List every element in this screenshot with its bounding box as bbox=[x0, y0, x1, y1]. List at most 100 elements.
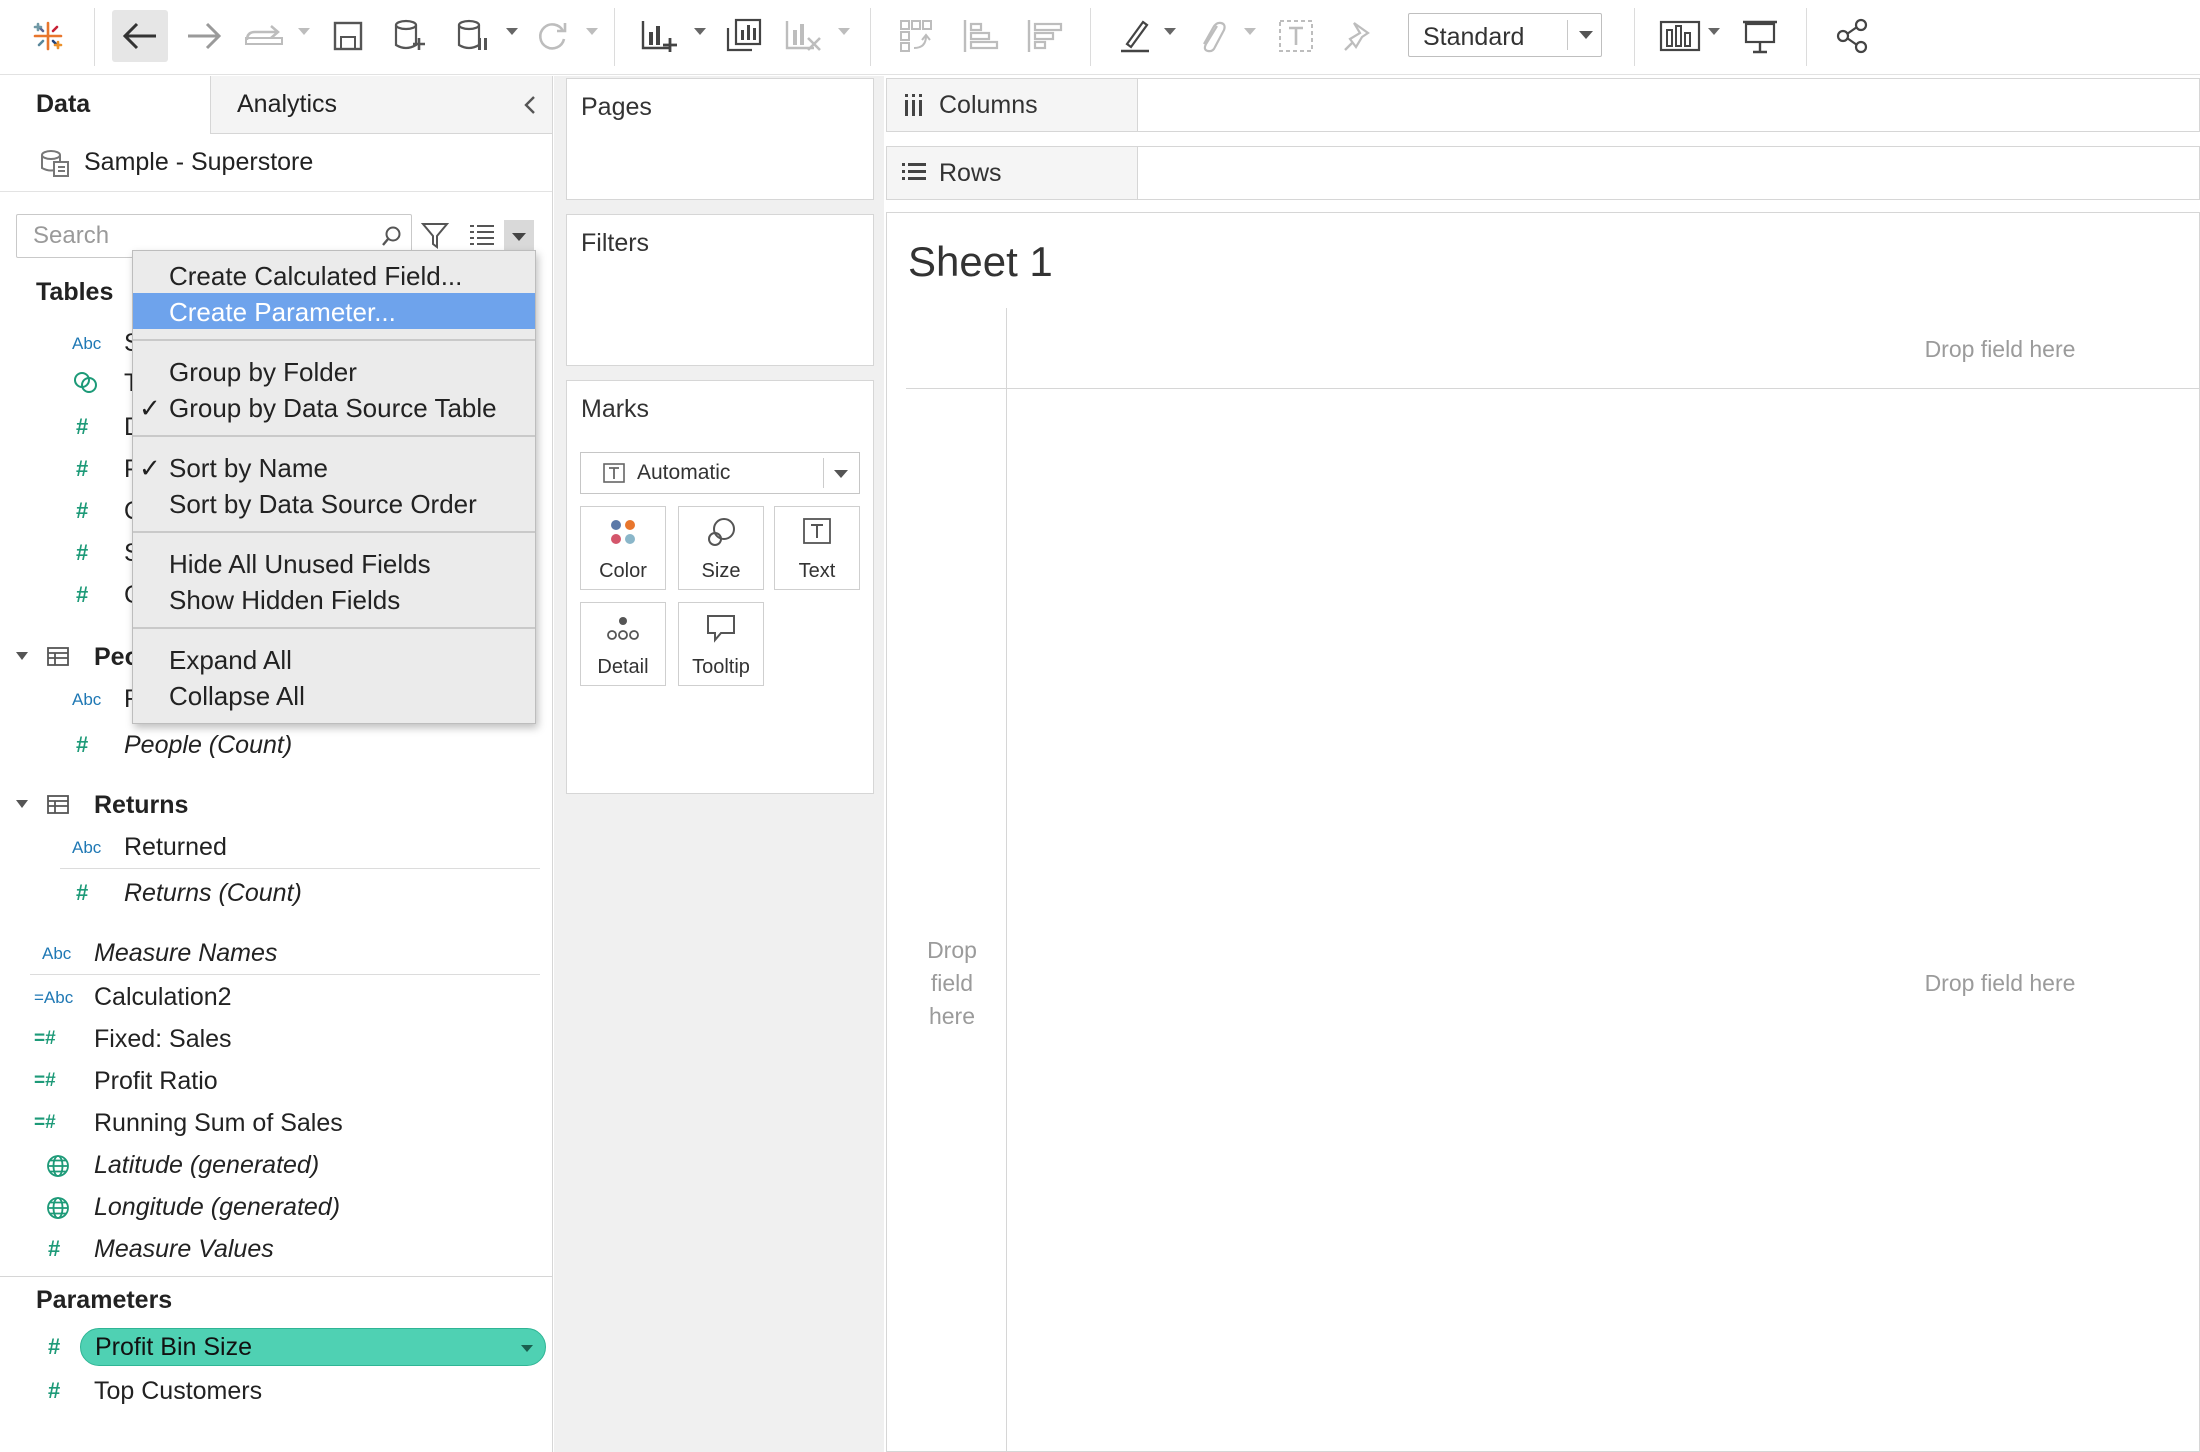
new-worksheet-icon[interactable] bbox=[632, 10, 688, 62]
menu-separator bbox=[133, 531, 535, 533]
highlight-dropdown-icon[interactable] bbox=[1164, 28, 1176, 35]
group-dropdown-icon[interactable] bbox=[1244, 28, 1256, 35]
parameter-name: Profit Bin Size bbox=[95, 1333, 253, 1361]
pages-shelf[interactable]: Pages bbox=[566, 78, 874, 200]
field-row[interactable]: =# Profit Ratio bbox=[0, 1060, 552, 1102]
new-worksheet-dropdown-icon[interactable] bbox=[694, 28, 706, 35]
rows-drop-zone[interactable] bbox=[1138, 147, 2199, 199]
detail-icon bbox=[581, 613, 665, 648]
chevron-down-icon[interactable] bbox=[521, 1345, 533, 1352]
view-size-select[interactable]: Standard bbox=[1408, 13, 1602, 57]
field-row[interactable]: Latitude (generated) bbox=[0, 1144, 552, 1186]
text-icon bbox=[775, 517, 859, 550]
drop-field-main-hint[interactable]: Drop field here bbox=[1870, 970, 2130, 997]
text-mark-button[interactable]: Text bbox=[774, 506, 860, 590]
size-mark-button[interactable]: Size bbox=[678, 506, 764, 590]
field-name: Measure Values bbox=[94, 1235, 274, 1263]
parameters-header: Parameters bbox=[36, 1286, 173, 1314]
field-name: Fixed: Sales bbox=[94, 1025, 232, 1053]
replay-dropdown-icon[interactable] bbox=[298, 28, 310, 35]
filters-shelf[interactable]: Filters bbox=[566, 214, 874, 366]
collapse-pane-icon[interactable] bbox=[523, 94, 537, 116]
toolbar-separator bbox=[1090, 8, 1091, 66]
view-as-list-icon[interactable] bbox=[468, 222, 496, 248]
drop-field-columns-hint[interactable]: Drop field here bbox=[1870, 336, 2130, 363]
tooltip-mark-button[interactable]: Tooltip bbox=[678, 602, 764, 686]
datasource-row[interactable]: Sample - Superstore bbox=[0, 134, 552, 192]
field-row[interactable]: =# Fixed: Sales bbox=[0, 1018, 552, 1060]
menu-item-label: Create Calculated Field... bbox=[169, 261, 463, 291]
mark-type-select[interactable]: Automatic bbox=[580, 452, 860, 494]
presentation-icon[interactable] bbox=[1732, 10, 1788, 62]
refresh-icon[interactable] bbox=[524, 10, 580, 62]
menu-item-group-by-folder[interactable]: Group by Folder bbox=[133, 353, 535, 389]
drop-field-rows-hint[interactable]: Drop field here bbox=[914, 934, 990, 1033]
redo-icon[interactable] bbox=[176, 10, 232, 62]
color-mark-button[interactable]: Color bbox=[580, 506, 666, 590]
sheet-title[interactable]: Sheet 1 bbox=[908, 238, 1053, 286]
column-header-divider bbox=[906, 388, 2200, 389]
checkmark-icon: ✓ bbox=[139, 453, 161, 483]
labels-icon[interactable] bbox=[1268, 10, 1324, 62]
tab-data[interactable]: Data bbox=[0, 76, 210, 134]
menu-item-sort-by-data-source-order[interactable]: Sort by Data Source Order bbox=[133, 485, 535, 521]
parameter-row-top-customers[interactable]: # Top Customers bbox=[0, 1370, 552, 1412]
field-row[interactable]: Longitude (generated) bbox=[0, 1186, 552, 1228]
data-pane-menu: Create Calculated Field... Create Parame… bbox=[132, 250, 536, 724]
menu-item-collapse-all[interactable]: Collapse All bbox=[133, 677, 535, 713]
field-row[interactable]: =# Running Sum of Sales bbox=[0, 1102, 552, 1144]
parameter-pill-profit-bin-size[interactable]: Profit Bin Size bbox=[80, 1328, 546, 1366]
clear-dropdown-icon[interactable] bbox=[838, 28, 850, 35]
save-icon[interactable] bbox=[320, 10, 376, 62]
parameter-icon: # bbox=[48, 1378, 61, 1403]
pause-dropdown-icon[interactable] bbox=[506, 28, 518, 35]
columns-drop-zone[interactable] bbox=[1138, 79, 2199, 131]
detail-mark-button[interactable]: Detail bbox=[580, 602, 666, 686]
table-icon bbox=[47, 647, 69, 666]
text-label: Text bbox=[798, 560, 836, 582]
filter-icon[interactable] bbox=[420, 220, 450, 250]
highlight-icon[interactable] bbox=[1108, 10, 1164, 62]
menu-item-label: Show Hidden Fields bbox=[169, 585, 401, 615]
menu-item-create-calculated-field[interactable]: Create Calculated Field... bbox=[133, 257, 535, 293]
menu-item-show-hidden-fields[interactable]: Show Hidden Fields bbox=[133, 581, 535, 617]
menu-item-hide-all-unused-fields[interactable]: Hide All Unused Fields bbox=[133, 545, 535, 581]
replay-icon[interactable] bbox=[236, 10, 292, 62]
show-me-dropdown-icon[interactable] bbox=[1708, 28, 1720, 35]
pause-updates-icon[interactable] bbox=[444, 10, 500, 62]
show-me-icon[interactable] bbox=[1652, 10, 1708, 62]
new-datasource-icon[interactable] bbox=[382, 10, 438, 62]
field-row[interactable]: Abc Returned bbox=[0, 826, 552, 868]
divider bbox=[0, 1276, 552, 1277]
share-icon[interactable] bbox=[1824, 10, 1880, 62]
sort-ascending-icon[interactable] bbox=[952, 10, 1008, 62]
tab-analytics[interactable]: Analytics bbox=[210, 76, 552, 134]
field-row[interactable]: # People (Count) bbox=[0, 724, 552, 766]
mark-type-value: Automatic bbox=[637, 461, 731, 484]
datasource-name: Sample - Superstore bbox=[84, 148, 314, 176]
menu-item-sort-by-name[interactable]: ✓ Sort by Name bbox=[133, 449, 535, 485]
field-row[interactable]: # Measure Values bbox=[0, 1228, 552, 1270]
group-icon[interactable] bbox=[1184, 10, 1240, 62]
menu-item-expand-all[interactable]: Expand All bbox=[133, 641, 535, 677]
field-row[interactable]: # Returns (Count) bbox=[0, 872, 552, 914]
fix-axes-icon[interactable] bbox=[1330, 10, 1386, 62]
pane-menu-button[interactable] bbox=[504, 220, 534, 252]
swap-icon[interactable] bbox=[888, 10, 944, 62]
tableau-logo-icon[interactable] bbox=[20, 10, 76, 62]
string-icon: Abc bbox=[72, 334, 102, 353]
menu-item-create-parameter[interactable]: Create Parameter... bbox=[133, 293, 535, 329]
field-name: Longitude (generated) bbox=[94, 1193, 341, 1221]
table-row-returns[interactable]: Returns bbox=[0, 784, 552, 826]
columns-shelf[interactable]: Columns bbox=[886, 78, 2200, 132]
field-row[interactable]: Abc Measure Names bbox=[0, 932, 552, 974]
duplicate-sheet-icon[interactable] bbox=[716, 10, 772, 62]
refresh-dropdown-icon[interactable] bbox=[586, 28, 598, 35]
sort-descending-icon[interactable] bbox=[1016, 10, 1072, 62]
undo-icon[interactable] bbox=[112, 10, 168, 62]
clear-sheet-icon[interactable] bbox=[776, 10, 832, 62]
field-row[interactable]: =Abc Calculation2 bbox=[0, 976, 552, 1018]
menu-item-group-by-data-source-table[interactable]: ✓ Group by Data Source Table bbox=[133, 389, 535, 425]
menu-separator bbox=[133, 435, 535, 437]
rows-shelf[interactable]: Rows bbox=[886, 146, 2200, 200]
